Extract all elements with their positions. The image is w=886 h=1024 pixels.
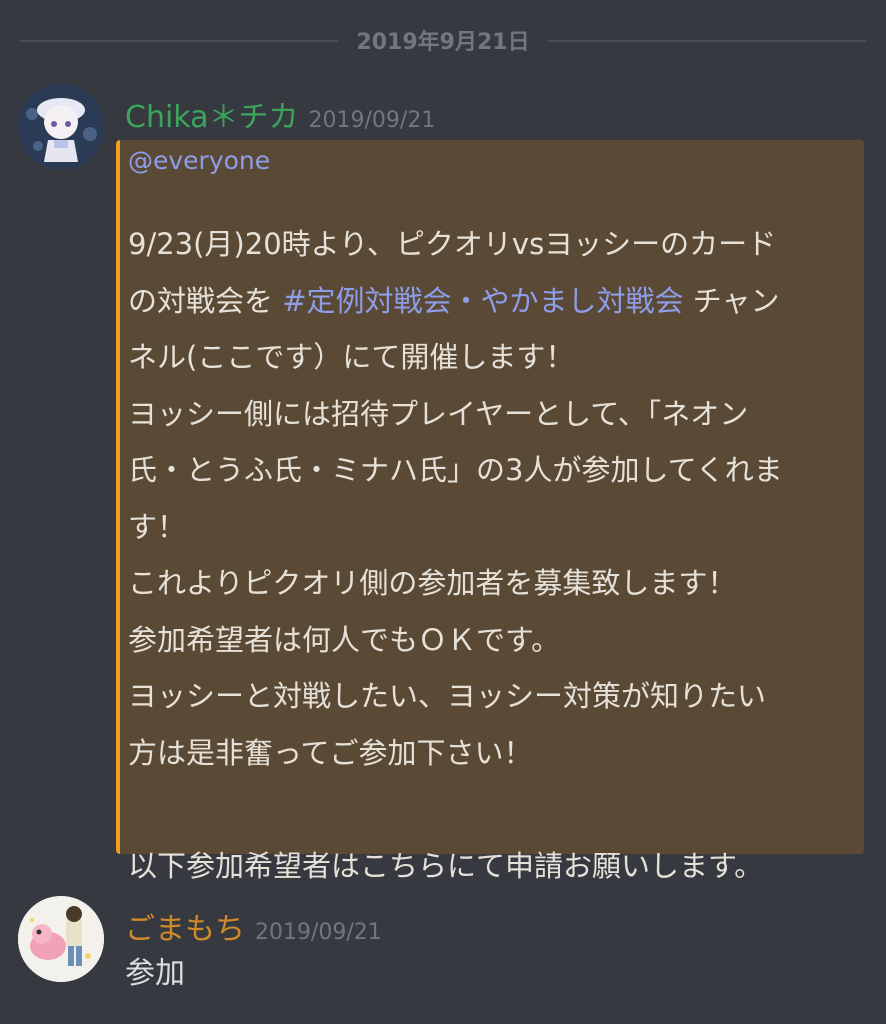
avatar-anime-girl-icon [18, 84, 104, 170]
message-header: Chika＊チカ 2019/09/21 [125, 92, 435, 136]
avatar[interactable] [18, 84, 104, 170]
date-divider-label: 2019年9月21日 [356, 30, 530, 55]
message-line: ネル(ここです）にて開催します！ [128, 340, 575, 374]
message-text: チャン [683, 283, 780, 318]
date-divider: 2019年9月21日 [0, 18, 886, 64]
message-content: 9/23(月)20時より、ピクオリvsヨッシーのカード の対戦会を #定例対戦会… [128, 216, 848, 894]
message-line: の対戦会を #定例対戦会・やかまし対戦会 チャン [128, 273, 848, 330]
message-line: 氏・とうふ氏・ミナハ氏」の3人が参加してくれま [128, 453, 783, 487]
message-line: 以下参加希望者はこちらにて申請お願いします。 [128, 848, 764, 883]
everyone-mention[interactable]: @everyone [128, 146, 270, 175]
username[interactable]: ごまもち [125, 912, 245, 947]
message-content: 参加 [125, 956, 185, 991]
timestamp: 2019/09/21 [308, 108, 436, 133]
divider-line-left [20, 40, 338, 42]
avatar[interactable] [18, 896, 104, 982]
message-line: これよりピクオリ側の参加者を募集致します！ [128, 566, 737, 600]
message-line: ヨッシーと対戦したい、ヨッシー対策が知りたい [128, 679, 767, 713]
channel-link[interactable]: #定例対戦会・やかまし対戦会 [282, 284, 683, 318]
message-line: 9/23(月)20時より、ピクオリvsヨッシーのカード [128, 227, 777, 261]
message-text: の対戦会を [128, 283, 283, 318]
avatar-yoshi-icon [18, 896, 104, 982]
message-line: ヨッシー側には招待プレイヤーとして、「ネオン [128, 396, 749, 431]
mention-highlight: @everyone 9/23(月)20時より、ピクオリvsヨッシーのカード の対… [116, 140, 864, 883]
message-header: ごまもち 2019/09/21 [125, 904, 382, 948]
message-line: 参加希望者は何人でもＯＫです。 [128, 622, 561, 657]
message-line: 方は是非奮ってご参加下さい！ [128, 735, 533, 770]
message-line [128, 781, 848, 838]
divider-line-right [548, 40, 866, 42]
username[interactable]: Chika＊チカ [125, 100, 299, 135]
message-line: す！ [128, 509, 187, 544]
timestamp: 2019/09/21 [255, 920, 382, 945]
